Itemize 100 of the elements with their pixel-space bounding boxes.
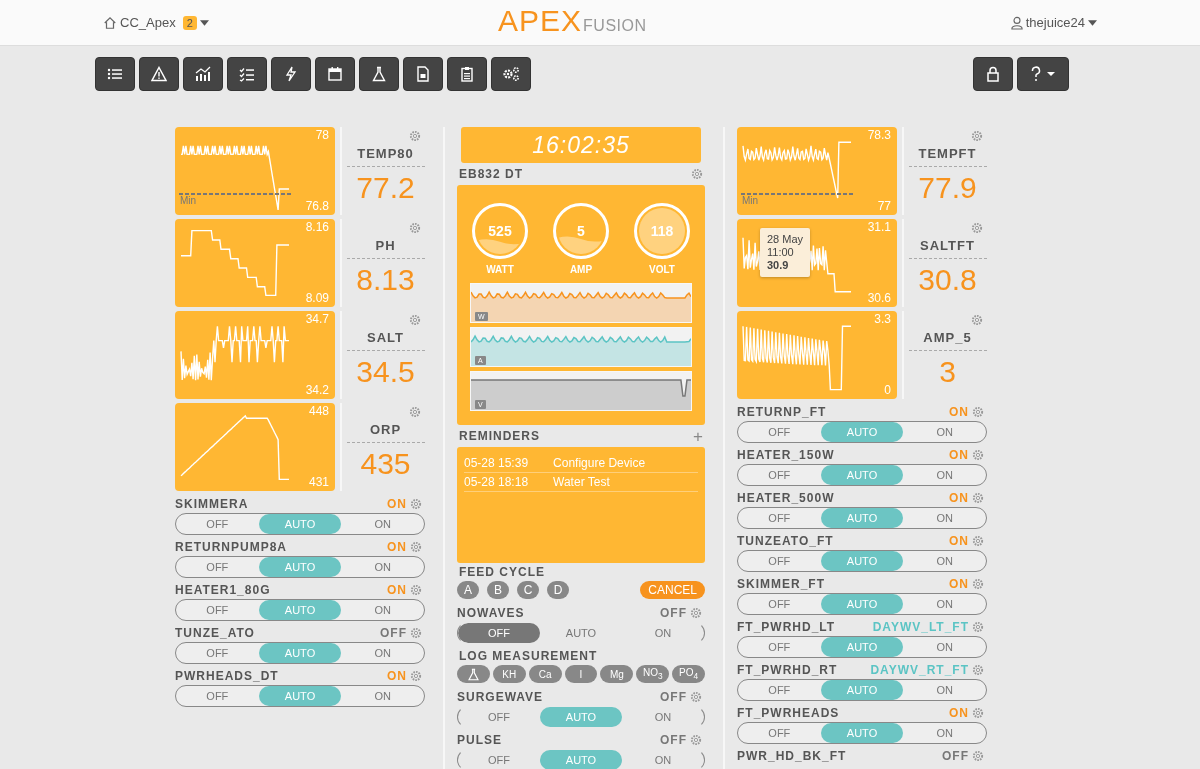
settings-icon[interactable] (410, 541, 422, 553)
settings-icon[interactable] (972, 707, 984, 719)
settings-icon[interactable] (972, 492, 984, 504)
mode-option[interactable]: ON (903, 508, 986, 528)
mode-option[interactable]: ON (341, 686, 424, 706)
settings-icon[interactable] (410, 584, 422, 596)
add-button[interactable]: + (693, 427, 703, 445)
sensor-chart[interactable]: Min 78.3 77 (737, 127, 897, 215)
user-name[interactable]: thejuice24 (1025, 15, 1085, 30)
sensor-chart[interactable]: Min 78 76.8 (175, 127, 335, 215)
checklist-button[interactable] (227, 57, 267, 91)
caret-icon[interactable] (199, 19, 209, 26)
mode-option[interactable]: OFF (176, 600, 259, 620)
mode-option[interactable]: AUTO (820, 723, 904, 743)
settings-icon[interactable] (690, 691, 702, 703)
feed-button[interactable]: D (547, 581, 569, 599)
settings-icon[interactable] (971, 222, 983, 234)
measurement-button[interactable]: PO$_{4}$ (672, 665, 705, 683)
mode-option[interactable]: AUTO (820, 422, 904, 442)
home-icon[interactable] (103, 15, 117, 30)
mode-option[interactable]: AUTO (820, 594, 904, 614)
settings-icon[interactable] (409, 222, 421, 234)
settings-icon[interactable] (972, 449, 984, 461)
settings-icon[interactable] (972, 664, 984, 676)
mode-option[interactable]: OFF (458, 623, 540, 643)
calendar-button[interactable] (315, 57, 355, 91)
chart-button[interactable] (183, 57, 223, 91)
mode-option[interactable]: ON (903, 680, 986, 700)
settings-icon[interactable] (972, 535, 984, 547)
mode-option[interactable]: OFF (738, 508, 821, 528)
mode-option[interactable]: ON (903, 723, 986, 743)
mode-option[interactable]: ON (341, 643, 424, 663)
mode-option[interactable]: OFF (738, 680, 821, 700)
feed-button[interactable]: C (517, 581, 539, 599)
mode-option[interactable]: OFF (458, 707, 540, 727)
document-button[interactable] (403, 57, 443, 91)
mode-option[interactable]: OFF (738, 465, 821, 485)
mode-option[interactable]: AUTO (258, 686, 342, 706)
warning-button[interactable] (139, 57, 179, 91)
mode-option[interactable]: ON (341, 600, 424, 620)
settings-icon[interactable] (409, 314, 421, 326)
measurement-button[interactable]: I (564, 665, 598, 683)
mode-option[interactable]: AUTO (820, 551, 904, 571)
mode-option[interactable]: ON (903, 551, 986, 571)
mode-option[interactable]: OFF (458, 750, 540, 769)
mode-option[interactable]: ON (903, 594, 986, 614)
lock-button[interactable] (973, 57, 1013, 91)
measurement-button[interactable]: NO$_{3}$ (636, 665, 670, 683)
measurement-button[interactable]: Ca (528, 665, 562, 683)
site-name[interactable]: CC_Apex (120, 15, 176, 30)
cancel-button[interactable]: CANCEL (640, 581, 705, 599)
mode-option[interactable]: OFF (738, 422, 821, 442)
measurement-button[interactable]: Mg (600, 665, 634, 683)
mode-option[interactable]: OFF (176, 557, 259, 577)
mode-option[interactable]: AUTO (820, 680, 904, 700)
help-button[interactable] (1017, 57, 1069, 91)
mode-option[interactable]: ON (903, 422, 986, 442)
mode-option[interactable]: ON (903, 465, 986, 485)
settings-icon[interactable] (691, 168, 703, 180)
settings-icon[interactable] (971, 314, 983, 326)
mode-option[interactable]: ON (341, 514, 424, 534)
list-button[interactable] (95, 57, 135, 91)
mode-option[interactable]: AUTO (258, 600, 342, 620)
settings-icon[interactable] (972, 578, 984, 590)
user-icon[interactable] (1010, 15, 1023, 30)
mode-option[interactable]: AUTO (820, 508, 904, 528)
feed-button[interactable]: B (487, 581, 509, 599)
mode-option[interactable]: AUTO (540, 623, 622, 643)
measurement-button[interactable]: KH (492, 665, 526, 683)
settings-icon[interactable] (972, 750, 984, 762)
mode-option[interactable]: AUTO (820, 465, 904, 485)
settings-icon[interactable] (410, 627, 422, 639)
mode-option[interactable]: AUTO (820, 637, 904, 657)
mode-option[interactable]: OFF (738, 637, 821, 657)
settings-icon[interactable] (972, 406, 984, 418)
settings-icon[interactable] (971, 130, 983, 142)
settings-icon[interactable] (690, 607, 702, 619)
mode-option[interactable]: OFF (176, 643, 259, 663)
mode-option[interactable]: ON (622, 623, 704, 643)
mode-option[interactable]: AUTO (258, 557, 342, 577)
mode-option[interactable]: AUTO (258, 643, 342, 663)
mode-option[interactable]: OFF (738, 594, 821, 614)
mode-option[interactable]: ON (622, 707, 704, 727)
mode-option[interactable]: AUTO (540, 750, 622, 769)
mode-option[interactable]: OFF (176, 514, 259, 534)
mode-option[interactable]: ON (622, 750, 704, 769)
mode-option[interactable]: AUTO (540, 707, 622, 727)
feed-button[interactable]: A (457, 581, 479, 599)
mode-option[interactable]: ON (903, 637, 986, 657)
clipboard-button[interactable] (447, 57, 487, 91)
mode-option[interactable]: OFF (738, 551, 821, 571)
settings-icon[interactable] (410, 670, 422, 682)
flask-button[interactable] (359, 57, 399, 91)
mode-option[interactable]: AUTO (258, 514, 342, 534)
settings-icon[interactable] (409, 130, 421, 142)
sensor-chart[interactable]: 31.1 30.6 28 May 11:00 30.9 (737, 219, 897, 307)
settings-icon[interactable] (410, 498, 422, 510)
bolt-button[interactable] (271, 57, 311, 91)
settings-icon[interactable] (409, 406, 421, 418)
settings-icon[interactable] (972, 621, 984, 633)
